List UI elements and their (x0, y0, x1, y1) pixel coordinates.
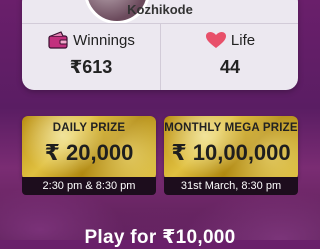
daily-prize-amount: ₹ 20,000 (44, 140, 134, 165)
winnings-value: ₹613 (69, 57, 113, 77)
daily-prize-title: DAILY PRIZE (52, 122, 126, 134)
wallet-icon (47, 31, 69, 49)
life-stat[interactable]: Life 44 (161, 23, 299, 90)
play-button[interactable]: Play for ₹10,000 (0, 226, 320, 249)
monthly-prize-title: MONTHLY MEGA PRIZE (164, 122, 298, 134)
monthly-prize-card[interactable]: MONTHLY MEGA PRIZE ₹ 10,00,000 (164, 116, 298, 180)
daily-prize-card[interactable]: DAILY PRIZE ₹ 20,000 (22, 116, 156, 180)
heart-icon (205, 31, 227, 49)
winnings-stat[interactable]: Winnings ₹613 (22, 23, 160, 90)
life-value: 44 (219, 57, 241, 77)
daily-prize-time: 2:30 pm & 8:30 pm (22, 177, 156, 195)
monthly-prize-time: 31st March, 8:30 pm (164, 177, 298, 195)
winnings-label: Winnings (73, 31, 135, 49)
profile-card: Kozhikode Winnings ₹613 Life 44 (22, 0, 298, 90)
life-label: Life (230, 31, 256, 49)
monthly-prize-amount: ₹ 10,00,000 (171, 140, 291, 165)
user-city: Kozhikode (127, 2, 193, 17)
